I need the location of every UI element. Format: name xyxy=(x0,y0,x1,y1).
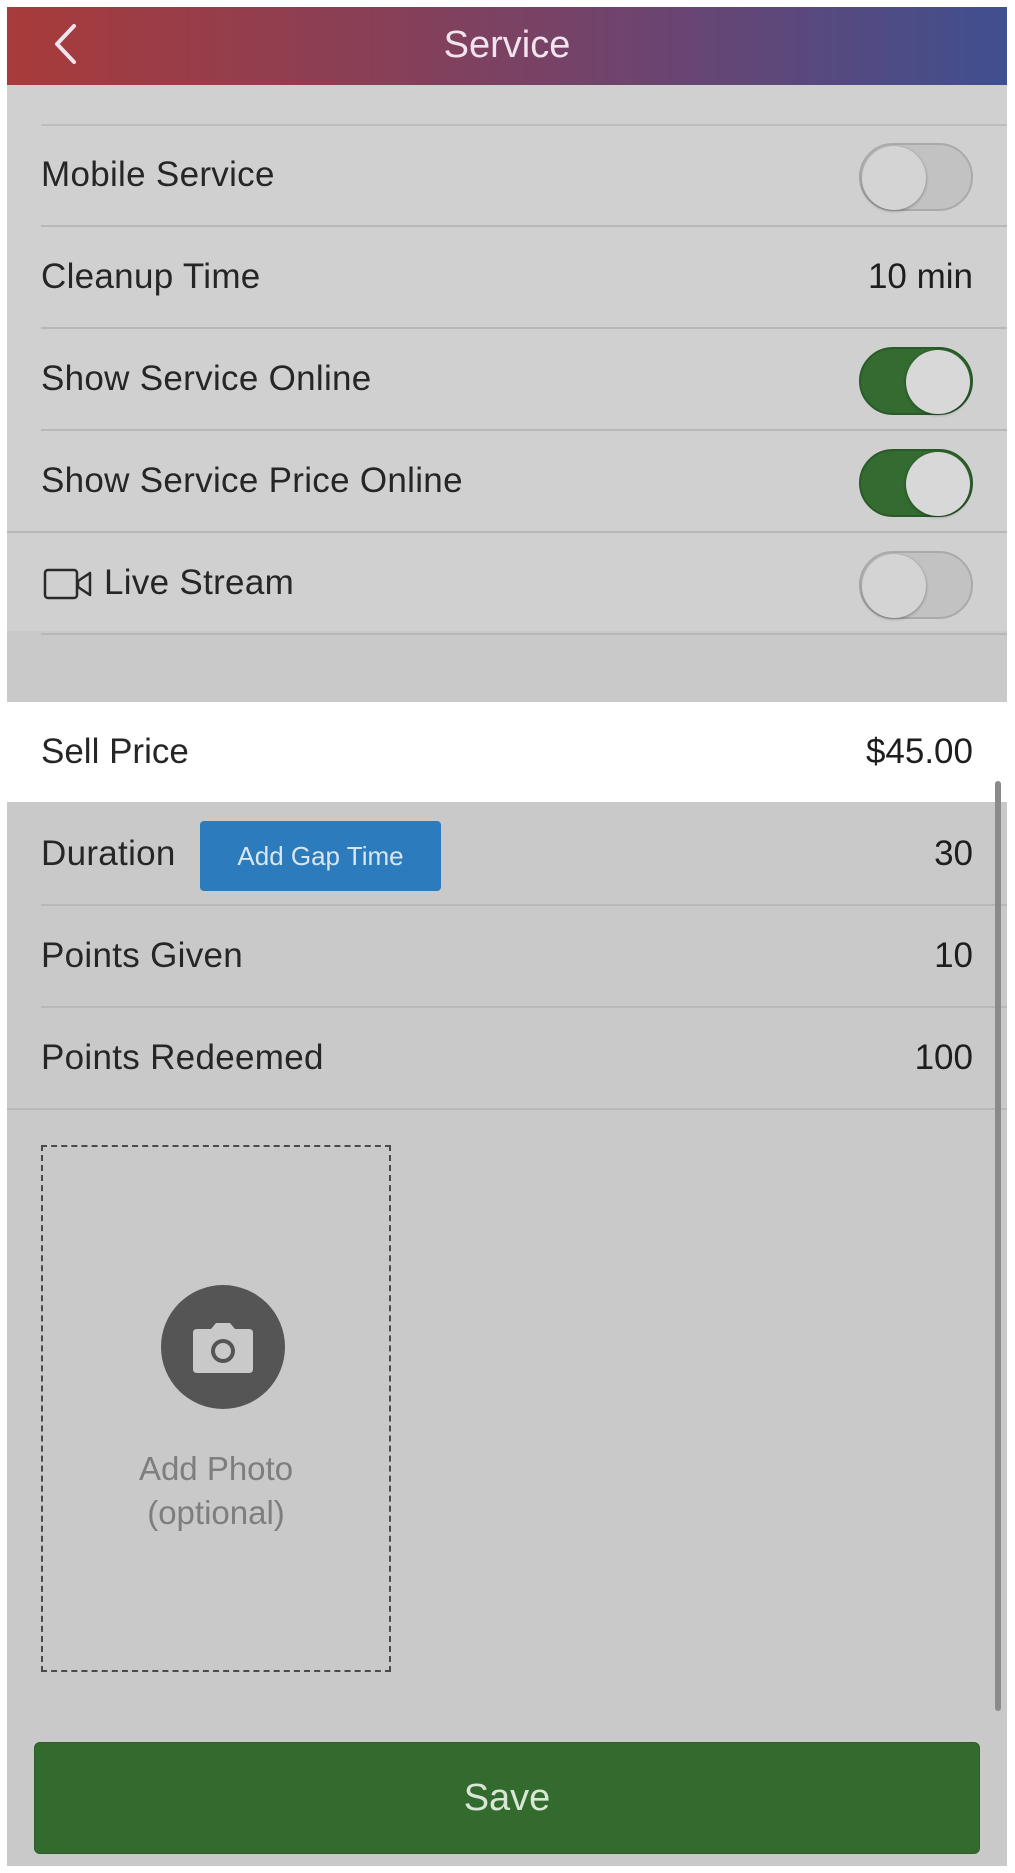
add-photo-optional-label: (optional) xyxy=(147,1494,285,1531)
toggle-knob xyxy=(862,554,926,618)
mobile-service-toggle[interactable] xyxy=(859,143,973,211)
add-photo-box[interactable]: Add Photo (optional) xyxy=(41,1145,391,1672)
back-button[interactable] xyxy=(43,19,87,69)
sell-price-row[interactable]: Sell Price $45.00 xyxy=(7,702,1007,802)
toggle-knob xyxy=(906,350,970,414)
mobile-service-label: Mobile Service xyxy=(41,155,275,194)
duration-label: Duration xyxy=(41,834,176,873)
points-redeemed-value: 100 xyxy=(914,1038,973,1077)
cleanup-time-label: Cleanup Time xyxy=(41,257,261,296)
live-stream-toggle[interactable] xyxy=(859,551,973,619)
live-stream-label: Live Stream xyxy=(104,563,295,602)
cleanup-time-value: 10 min xyxy=(867,257,973,296)
cleanup-time-row[interactable]: Cleanup Time 10 min xyxy=(7,227,1007,329)
chevron-left-icon xyxy=(55,24,76,64)
camera-button[interactable] xyxy=(161,1285,285,1409)
sell-price-label: Sell Price xyxy=(41,732,189,771)
divider xyxy=(7,1108,1007,1110)
video-camera-icon xyxy=(43,568,92,600)
add-photo-label: Add Photo xyxy=(138,1450,294,1487)
service-screen: Service Mobile Service Cleanup Time 10 m… xyxy=(7,7,1007,1866)
show-online-toggle[interactable] xyxy=(859,347,973,415)
show-online-label: Show Service Online xyxy=(41,359,372,398)
duration-row[interactable]: Duration Add Gap Time 30 xyxy=(7,804,1007,906)
add-photo-text: Add Photo (optional) xyxy=(43,1447,389,1535)
points-given-row[interactable]: Points Given 10 xyxy=(7,906,1007,1008)
header-bar: Service xyxy=(7,7,1007,85)
show-price-online-row: Show Service Price Online xyxy=(7,431,1007,533)
toggle-knob xyxy=(906,452,970,516)
save-button[interactable]: Save xyxy=(34,1742,980,1854)
toggle-knob xyxy=(862,146,926,210)
duration-value: 30 xyxy=(934,834,973,873)
points-given-value: 10 xyxy=(934,936,973,975)
mobile-service-row: Mobile Service xyxy=(7,125,1007,227)
points-given-label: Points Given xyxy=(41,936,244,975)
points-redeemed-label: Points Redeemed xyxy=(41,1038,324,1077)
scrollbar[interactable] xyxy=(995,781,1001,1711)
show-price-online-label: Show Service Price Online xyxy=(41,461,463,500)
show-price-online-toggle[interactable] xyxy=(859,449,973,517)
show-online-row: Show Service Online xyxy=(7,329,1007,431)
sell-price-value: $45.00 xyxy=(865,732,973,771)
camera-icon xyxy=(193,1323,253,1373)
add-gap-time-button[interactable]: Add Gap Time xyxy=(200,821,441,891)
live-stream-row: Live Stream xyxy=(7,533,1007,635)
divider xyxy=(41,633,1007,635)
page-title: Service xyxy=(443,24,571,66)
points-redeemed-row[interactable]: Points Redeemed 100 xyxy=(7,1008,1007,1110)
